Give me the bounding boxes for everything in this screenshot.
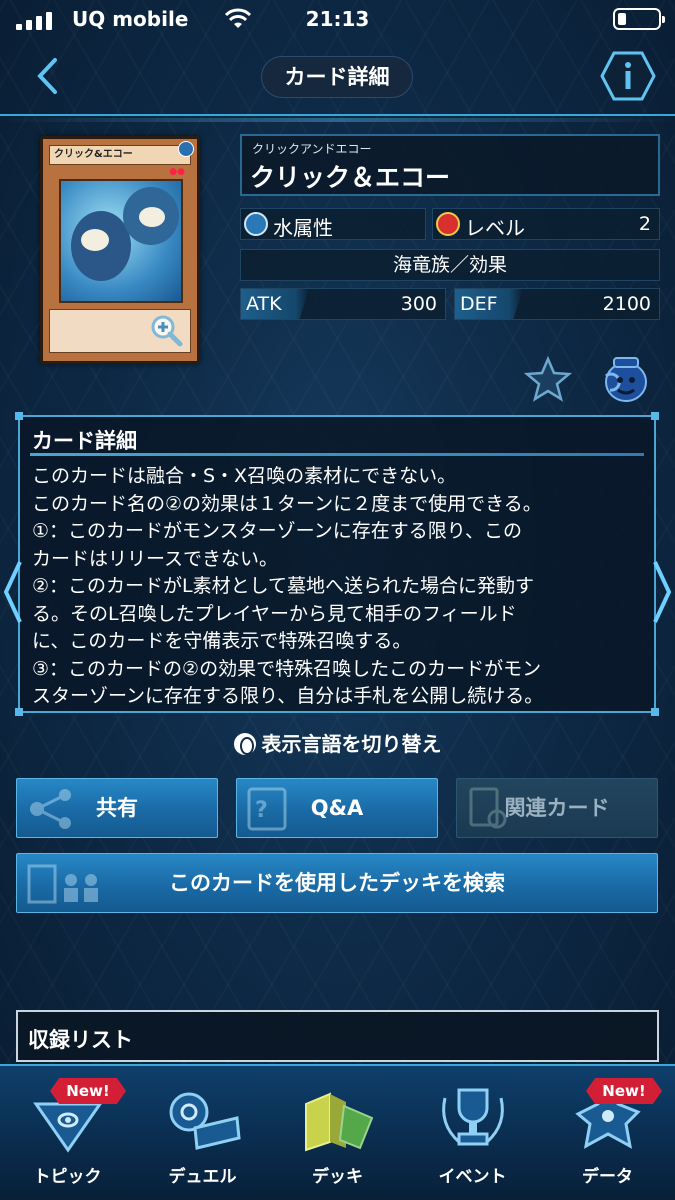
svg-text:?: ? xyxy=(255,798,268,823)
nav-event-label: イベント xyxy=(438,1167,507,1187)
header: カード詳細 xyxy=(0,40,675,122)
pot-of-greed-icon[interactable] xyxy=(596,354,652,404)
attribute-label: 水属性 xyxy=(273,216,333,240)
level-stars: ●● xyxy=(169,167,185,177)
clock: 21:13 xyxy=(305,7,370,31)
attribute-cell: 水属性 xyxy=(240,208,426,240)
nav-data-label: データ xyxy=(582,1167,633,1187)
panel-corner xyxy=(15,412,23,420)
related-cards-button[interactable]: 関連カード xyxy=(456,778,658,838)
event-trophy-icon xyxy=(442,1088,504,1146)
record-list-header[interactable]: 収録リスト xyxy=(16,1010,659,1062)
card-effect-text: このカードは融合・S・X召喚の素材にできない。 このカード名の②の効果は１ターン… xyxy=(32,465,544,707)
level-star-icon xyxy=(436,212,460,236)
detail-title: カード詳細 xyxy=(32,429,137,453)
card-name-box: クリックアンドエコー クリック＆エコー xyxy=(240,134,660,196)
deck-cards-icon xyxy=(305,1092,374,1152)
nav-event[interactable]: イベント xyxy=(405,1066,540,1200)
new-badge: New! xyxy=(586,1078,662,1104)
new-badge: New! xyxy=(50,1078,126,1104)
chevron-left-icon xyxy=(37,58,57,94)
card-detail-panel: カード詳細 このカードは融合・S・X召喚の素材にできない。 このカード名の②の効… xyxy=(15,412,659,716)
previous-card-arrow[interactable] xyxy=(2,560,24,624)
share-label: 共有 xyxy=(96,796,138,820)
status-bar: UQ mobile 21:13 xyxy=(0,0,675,40)
def-label: DEF xyxy=(455,289,523,319)
qa-icon: ? xyxy=(247,787,287,831)
back-button[interactable] xyxy=(24,52,72,100)
card-artwork xyxy=(59,179,183,303)
zoom-icon[interactable] xyxy=(149,313,183,347)
panel-corner xyxy=(15,708,23,716)
panel-corner xyxy=(651,412,659,420)
language-toggle-label: 表示言語を切り替え xyxy=(261,732,442,756)
related-cards-icon xyxy=(469,787,507,829)
favorite-star-icon[interactable] xyxy=(524,356,572,402)
nav-duel[interactable]: デュエル xyxy=(135,1066,270,1200)
share-button[interactable]: 共有 xyxy=(16,778,218,838)
record-list-label: 収録リスト xyxy=(28,1028,133,1052)
battery-icon xyxy=(613,8,665,30)
def-cell: DEF 2100 xyxy=(454,288,660,320)
info-button[interactable] xyxy=(600,50,656,102)
nav-topic[interactable]: New! トピック xyxy=(0,1066,135,1200)
nav-topic-label: トピック xyxy=(33,1167,102,1187)
level-label: レベル xyxy=(465,216,525,240)
share-icon xyxy=(30,789,71,829)
related-cards-label: 関連カード xyxy=(504,796,610,820)
language-icon xyxy=(233,733,256,755)
qa-button[interactable]: ? Q&A xyxy=(236,778,438,838)
nav-duel-label: デュエル xyxy=(168,1167,237,1187)
level-cell: レベル 2 xyxy=(432,208,660,240)
atk-cell: ATK 300 xyxy=(240,288,446,320)
panel-corner xyxy=(651,708,659,716)
next-card-arrow[interactable] xyxy=(651,560,673,624)
atk-value: 300 xyxy=(400,293,437,315)
language-toggle[interactable]: 表示言語を切り替え xyxy=(0,728,675,757)
deck-search-label: このカードを使用したデッキを検索 xyxy=(169,871,505,895)
level-value: 2 xyxy=(638,213,651,235)
nav-deck[interactable]: デッキ xyxy=(270,1066,405,1200)
card-image[interactable]: クリック&エコー ●● xyxy=(40,136,200,364)
card-name: クリック＆エコー xyxy=(250,163,451,192)
card-image-name: クリック&エコー xyxy=(49,145,191,165)
atk-label: ATK xyxy=(241,289,309,319)
divider xyxy=(30,453,644,456)
bottom-nav: New! トピック デュエル デッキ イベント New! データ xyxy=(0,1064,675,1200)
qa-label: Q&A xyxy=(310,796,364,820)
duel-disk-icon xyxy=(169,1092,241,1150)
def-value: 2100 xyxy=(602,293,651,315)
card-kana: クリックアンドエコー xyxy=(252,142,372,156)
water-attribute-icon xyxy=(244,212,268,236)
page-title: カード詳細 xyxy=(261,56,413,98)
water-attribute-icon xyxy=(178,141,194,157)
deck-search-button[interactable]: このカードを使用したデッキを検索 xyxy=(16,853,658,913)
nav-deck-label: デッキ xyxy=(312,1167,363,1187)
nav-data[interactable]: New! データ xyxy=(540,1066,675,1200)
type-cell: 海竜族／効果 xyxy=(240,249,660,281)
deck-users-icon xyxy=(27,864,98,904)
